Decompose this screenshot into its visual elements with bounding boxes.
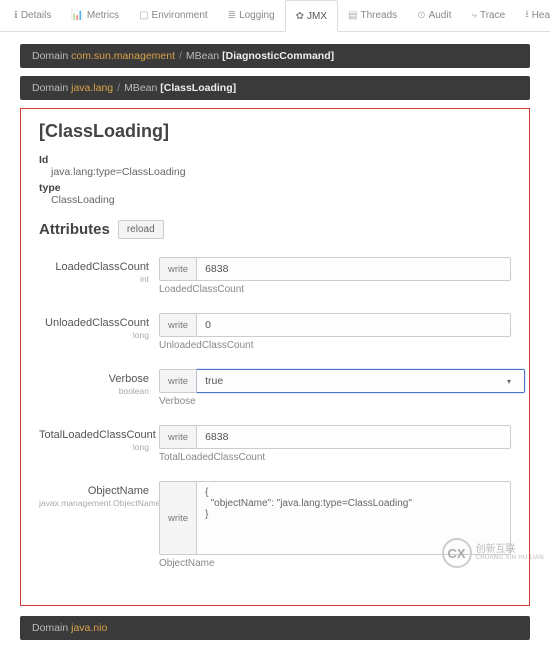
attr-label: ObjectNamejavax.management.ObjectName [39,481,159,508]
attr-desc: LoadedClassCount [159,284,511,295]
attr-name: TotalLoadedClassCount [39,429,156,441]
audit-icon: ⊙ [417,10,425,21]
attr-row-Verbose: Verbosebooleanwrite▾Verbose [39,369,511,407]
crumb-domain-label: Domain [32,50,68,62]
attr-field: write TotalLoadedClassCount [159,425,511,463]
footer-domain-value: java.nio [71,622,107,634]
watermark-logo: CX [442,538,472,568]
attr-desc: TotalLoadedClassCount [159,452,511,463]
watermark: CX 创新互联 CHUANG XIN HU LIAN [442,538,544,568]
crumb-mbean-value: [DiagnosticCommand] [222,50,334,62]
crumb-separator: / [117,82,120,94]
tab-label: Trace [480,10,505,21]
heapdump-icon: ⭳ [525,7,529,24]
id-row: Id java.lang:type=ClassLoading [39,154,511,178]
attr-type: long [39,330,149,340]
crumb-mbean-value: [ClassLoading] [160,82,236,94]
attributes-title: Attributes [39,221,110,238]
attr-desc: UnloadedClassCount [159,340,511,351]
attributes-header: Attributes reload [39,220,511,239]
tab-logging[interactable]: ≣Logging [218,0,285,31]
tab-label: Details [21,10,52,21]
tab-label: Threads [361,10,398,21]
crumb-mbean-label: MBean [186,50,219,62]
write-button[interactable]: write [159,481,197,555]
tab-label: Heapdump [532,10,550,21]
attr-label: LoadedClassCountint [39,257,159,284]
details-icon: ℹ [14,10,18,21]
attr-name: ObjectName [88,485,149,497]
type-value: ClassLoading [39,194,511,206]
type-row: type ClassLoading [39,182,511,206]
attr-label: UnloadedClassCountlong [39,313,159,340]
attr-field: write LoadedClassCount [159,257,511,295]
attr-row-TotalLoadedClassCount: TotalLoadedClassCountlongwriteTotalLoade… [39,425,511,463]
tab-threads[interactable]: ▤ Threads [338,0,407,31]
crumb-separator: / [179,50,182,62]
crumb-domain-value: java.lang [71,82,113,94]
attr-row-UnloadedClassCount: UnloadedClassCountlongwriteUnloadedClass… [39,313,511,351]
watermark-line2: CHUANG XIN HU LIAN [476,555,544,561]
tab-label: Environment [152,10,208,21]
attr-name: Verbose [109,373,149,385]
tab-label: Metrics [87,10,119,21]
id-label: Id [39,154,511,166]
write-button[interactable]: write [159,369,197,393]
attr-desc: Verbose [159,396,511,407]
tab-jmx[interactable]: ✿JMX [285,0,338,32]
jmx-icon: ✿ [296,11,304,22]
attr-type: long [39,442,149,452]
attr-input-UnloadedClassCount[interactable] [197,313,511,337]
mbean-panel: [ClassLoading] Id java.lang:type=ClassLo… [20,108,530,606]
breadcrumb-0[interactable]: Domain com.sun.management / MBean [Diagnos… [20,44,530,68]
crumb-domain-label: Domain [32,82,68,94]
attr-row-ObjectName: ObjectNamejavax.management.ObjectNamewri… [39,481,511,569]
tab-metrics[interactable]: 📊 Metrics [61,0,129,31]
attr-name: UnloadedClassCount [45,317,149,329]
attr-field: write UnloadedClassCount [159,313,511,351]
attr-type: boolean [39,386,149,396]
attr-name: LoadedClassCount [55,261,149,273]
tab-heapdump[interactable]: ⭳Heapdump [515,0,550,31]
tab-label: Audit [429,10,452,21]
attr-label: Verboseboolean [39,369,159,396]
panel-title: [ClassLoading] [39,121,511,142]
footer-domain-label: Domain [32,622,68,634]
tab-audit[interactable]: ⊙ Audit [407,0,461,31]
watermark-line1: 创新互联 [476,545,544,556]
breadcrumb-1[interactable]: Domain java.lang / MBean [ClassLoading] [20,76,530,100]
write-button[interactable]: write [159,425,197,449]
type-label: type [39,182,511,194]
attr-type: int [39,274,149,284]
crumb-domain-value: com.sun.management [71,50,175,62]
write-button[interactable]: write [159,257,197,281]
attr-label: TotalLoadedClassCountlong [39,425,159,452]
tab-environment[interactable]: ▢ Environment [129,0,218,31]
breadcrumb-footer[interactable]: Domain java.nio [20,616,530,640]
logging-icon: ≣ [228,10,236,21]
reload-button[interactable]: reload [118,220,164,239]
attr-select-Verbose[interactable] [197,369,525,393]
tab-details[interactable]: ℹDetails [4,0,61,31]
tab-label: JMX [307,11,327,22]
tabs-bar: ℹDetails📊Metrics▢Environment≣Logging✿JMX… [0,0,550,32]
crumb-mbean-label: MBean [124,82,157,94]
attr-field: write▾Verbose [159,369,511,407]
trace-icon: ⤷ [471,10,477,21]
threads-icon: ▤ [348,10,357,21]
environment-icon: ▢ [139,10,148,21]
attr-input-TotalLoadedClassCount[interactable] [197,425,511,449]
tab-label: Logging [239,10,275,21]
id-value: java.lang:type=ClassLoading [39,166,511,178]
write-button[interactable]: write [159,313,197,337]
attr-input-LoadedClassCount[interactable] [197,257,511,281]
metrics-icon: 📊 [71,10,83,21]
tab-trace[interactable]: ⤷Trace [461,0,515,31]
attr-type: javax.management.ObjectName [39,498,149,508]
attr-row-LoadedClassCount: LoadedClassCountintwriteLoadedClassCount [39,257,511,295]
